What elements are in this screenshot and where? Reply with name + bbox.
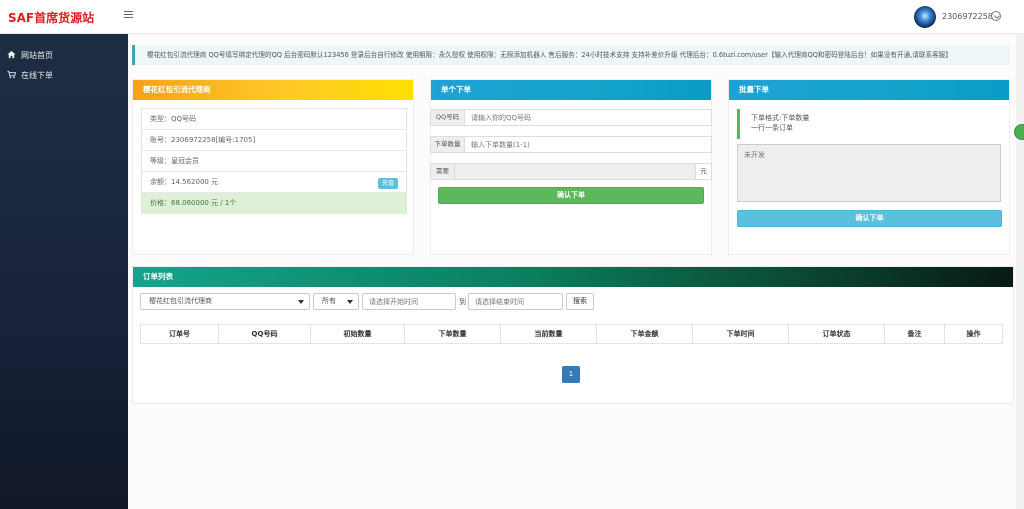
col-order-id: 订单号 <box>140 324 219 344</box>
cart-icon <box>7 70 16 79</box>
start-time-input[interactable] <box>362 293 456 310</box>
username[interactable]: 2306972258 <box>942 12 993 21</box>
cost-label: 需要 <box>431 164 455 179</box>
col-order-time: 下单时间 <box>692 324 789 344</box>
info-price: 价格：68.060000 元 / 1个 <box>142 193 406 214</box>
tip-line: 下单格式:下单数量 <box>751 114 810 122</box>
col-current-qty: 当前数量 <box>500 324 597 344</box>
single-order-panel: 单个下单 QQ号码 下单数量 需要 元 确认下单 <box>430 79 712 255</box>
balance-text: 余额：14.562000 元 <box>150 178 219 186</box>
single-submit-button[interactable]: 确认下单 <box>438 187 704 204</box>
quantity-label: 下单数量 <box>431 137 465 152</box>
cost-field: 需要 元 <box>430 163 712 180</box>
main-content: 樱花红包引流代理商 QQ号填写绑定代理的QQ 后台密码默认123456 登录后台… <box>128 34 1016 509</box>
bulk-format-tip: 下单格式:下单数量 一行一条订单 <box>737 109 1001 139</box>
col-qq-number: QQ号码 <box>218 324 311 344</box>
qq-label: QQ号码 <box>431 110 465 125</box>
col-actions: 操作 <box>944 324 1003 344</box>
chevron-down-icon[interactable] <box>991 11 1001 21</box>
col-order-qty: 下单数量 <box>404 324 501 344</box>
avatar[interactable] <box>914 6 936 28</box>
product-select[interactable]: 樱花红包引流代理商 <box>140 293 310 310</box>
col-remark: 备注 <box>884 324 945 344</box>
panel-title: 樱花红包引流代理商 <box>133 80 413 100</box>
end-time-input[interactable] <box>468 293 563 310</box>
sidebar-item-home[interactable]: 网站首页 <box>0 46 128 64</box>
panel-title: 批量下单 <box>729 80 1009 100</box>
status-select[interactable]: 所有 <box>313 293 359 310</box>
orders-table: 订单号 QQ号码 初始数量 下单数量 当前数量 下单金额 下单时间 订单状态 备… <box>140 324 1003 344</box>
site-brand[interactable]: SAF首席货源站 <box>8 9 94 26</box>
sidebar: 网站首页 在线下单 <box>0 34 128 509</box>
product-select-value: 樱花红包引流代理商 <box>149 297 212 305</box>
col-initial-qty: 初始数量 <box>310 324 405 344</box>
table-header-row: 订单号 QQ号码 初始数量 下单数量 当前数量 下单金额 下单时间 订单状态 备… <box>140 324 1003 344</box>
floating-widget-icon[interactable] <box>1014 124 1024 140</box>
sidebar-item-label: 在线下单 <box>21 71 53 80</box>
info-type: 类型：QQ号码 <box>142 109 406 130</box>
quantity-input[interactable] <box>465 137 711 152</box>
col-status: 订单状态 <box>788 324 885 344</box>
qq-number-field: QQ号码 <box>430 109 712 126</box>
home-icon <box>7 50 16 59</box>
panel-title: 订单列表 <box>133 267 1013 287</box>
tip-line: 一行一条订单 <box>751 124 793 132</box>
product-panel: 樱花红包引流代理商 类型：QQ号码 账号：2306972258[编号:1705]… <box>132 79 414 255</box>
page-1-button[interactable]: 1 <box>562 366 580 383</box>
sidebar-item-label: 网站首页 <box>21 51 53 60</box>
status-select-value: 所有 <box>322 297 336 305</box>
bulk-submit-button[interactable]: 确认下单 <box>737 210 1002 227</box>
search-button[interactable]: 搜索 <box>566 293 594 310</box>
menu-toggle-icon[interactable] <box>124 11 133 19</box>
bulk-orders-textarea[interactable] <box>737 144 1001 202</box>
top-bar: SAF首席货源站 2306972258 <box>0 0 1024 34</box>
qq-number-input[interactable] <box>465 110 711 125</box>
quantity-field: 下单数量 <box>430 136 712 153</box>
cost-unit: 元 <box>695 164 711 179</box>
info-level: 等级：皇冠会员 <box>142 151 406 172</box>
product-info: 类型：QQ号码 账号：2306972258[编号:1705] 等级：皇冠会员 余… <box>141 108 407 214</box>
notice-banner: 樱花红包引流代理商 QQ号填写绑定代理的QQ 后台密码默认123456 登录后台… <box>132 45 1010 65</box>
caret-down-icon <box>347 300 353 304</box>
col-amount: 下单金额 <box>596 324 693 344</box>
page-scrollbar[interactable] <box>1016 34 1024 509</box>
to-label: 到 <box>459 298 466 306</box>
info-balance: 余额：14.562000 元 充值 <box>142 172 406 193</box>
sidebar-item-order-online[interactable]: 在线下单 <box>0 66 128 84</box>
panel-title: 单个下单 <box>431 80 711 100</box>
recharge-button[interactable]: 充值 <box>377 178 398 189</box>
caret-down-icon <box>298 300 304 304</box>
info-account: 账号：2306972258[编号:1705] <box>142 130 406 151</box>
bulk-order-panel: 批量下单 下单格式:下单数量 一行一条订单 确认下单 <box>728 79 1010 255</box>
